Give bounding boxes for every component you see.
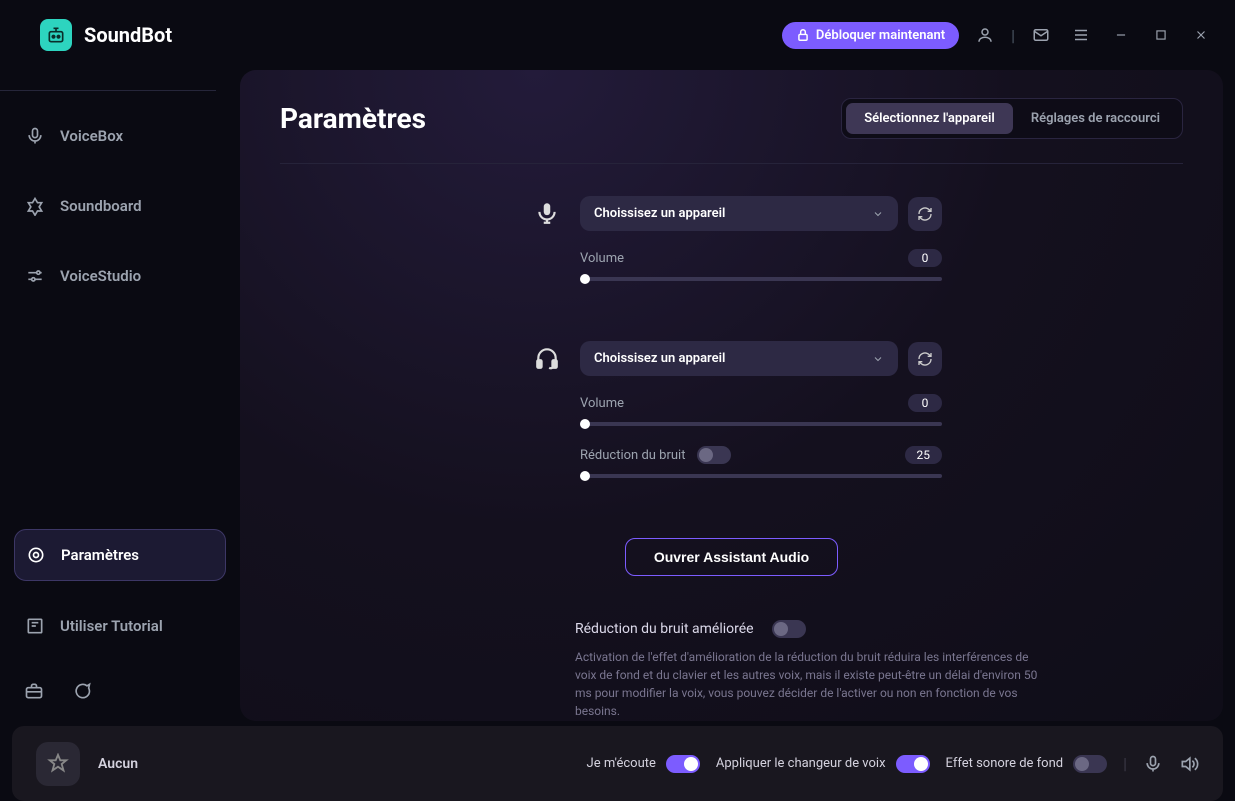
- enhanced-noise-toggle[interactable]: [772, 620, 806, 638]
- chat-icon[interactable]: [72, 681, 92, 701]
- apply-changer-label: Appliquer le changeur de voix: [716, 756, 886, 771]
- maximize-icon[interactable]: [1147, 28, 1175, 42]
- sidebar-item-label: Paramètres: [61, 546, 139, 564]
- speaker-footer-icon[interactable]: [1179, 754, 1199, 774]
- sidebar-item-soundboard[interactable]: Soundboard: [14, 181, 226, 231]
- listen-toggle[interactable]: [666, 755, 700, 773]
- sidebar-item-settings[interactable]: Paramètres: [14, 529, 226, 581]
- unlock-button[interactable]: Débloquer maintenant: [782, 22, 959, 49]
- select-placeholder: Choissisez un appareil: [594, 206, 725, 221]
- sidebar-item-label: VoiceBox: [60, 127, 123, 145]
- chevron-down-icon: [872, 353, 884, 365]
- status-label: Aucun: [98, 756, 138, 772]
- mic-icon: [24, 125, 46, 147]
- input-device-select[interactable]: Choissisez un appareil: [580, 196, 898, 231]
- unlock-label: Débloquer maintenant: [816, 28, 945, 43]
- sliders-icon: [24, 265, 46, 287]
- chevron-down-icon: [872, 208, 884, 220]
- sidebar-item-label: VoiceStudio: [60, 267, 141, 285]
- mic-footer-icon[interactable]: [1143, 754, 1163, 774]
- sidebar-item-voicebox[interactable]: VoiceBox: [14, 111, 226, 161]
- noise-slider[interactable]: [580, 474, 942, 478]
- logo-icon: [40, 19, 72, 51]
- select-placeholder: Choissisez un appareil: [594, 351, 725, 366]
- sidebar-item-label: Soundboard: [60, 197, 142, 215]
- close-icon[interactable]: [1187, 28, 1215, 42]
- book-icon: [24, 615, 46, 637]
- bg-effect-toggle[interactable]: [1073, 755, 1107, 773]
- tab-shortcuts[interactable]: Réglages de raccourci: [1013, 103, 1178, 134]
- noise-toggle[interactable]: [697, 446, 731, 464]
- listen-label: Je m'écoute: [587, 756, 656, 771]
- divider: |: [1011, 26, 1015, 45]
- sidebar-item-tutorial[interactable]: Utiliser Tutorial: [14, 601, 226, 651]
- app-logo: SoundBot: [40, 19, 172, 51]
- tab-device[interactable]: Sélectionnez l'appareil: [846, 103, 1013, 134]
- soundboard-icon: [24, 195, 46, 217]
- menu-icon[interactable]: [1067, 26, 1095, 44]
- input-volume-label: Volume: [580, 251, 624, 266]
- output-volume-label: Volume: [580, 396, 624, 411]
- output-volume-slider[interactable]: [580, 422, 942, 426]
- refresh-output-button[interactable]: [908, 342, 942, 376]
- microphone-icon: [530, 196, 564, 226]
- output-volume-value: 0: [908, 394, 942, 412]
- output-device-select[interactable]: Choissisez un appareil: [580, 341, 898, 376]
- sidebar-item-label: Utiliser Tutorial: [60, 617, 163, 635]
- refresh-input-button[interactable]: [908, 197, 942, 231]
- input-volume-value: 0: [908, 249, 942, 267]
- noise-label: Réduction du bruit: [580, 448, 685, 463]
- bg-effect-label: Effet sonore de fond: [946, 756, 1064, 771]
- target-icon: [25, 544, 47, 566]
- apply-changer-toggle[interactable]: [896, 755, 930, 773]
- page-title: Paramètres: [280, 102, 426, 135]
- divider: |: [1123, 754, 1127, 773]
- minimize-icon[interactable]: [1107, 28, 1135, 42]
- status-icon: [36, 742, 80, 786]
- app-name: SoundBot: [84, 23, 172, 47]
- enhanced-noise-title: Réduction du bruit améliorée: [575, 621, 754, 637]
- input-volume-slider[interactable]: [580, 277, 942, 281]
- user-icon[interactable]: [971, 26, 999, 44]
- tab-group: Sélectionnez l'appareil Réglages de racc…: [841, 98, 1183, 139]
- enhanced-noise-desc: Activation de l'effet d'amélioration de …: [575, 648, 1045, 720]
- mail-icon[interactable]: [1027, 26, 1055, 44]
- audio-assistant-button[interactable]: Ouvrer Assistant Audio: [625, 538, 838, 576]
- sidebar-item-voicestudio[interactable]: VoiceStudio: [14, 251, 226, 301]
- lock-icon: [796, 28, 810, 42]
- headphones-icon: [530, 341, 564, 371]
- toolbox-icon[interactable]: [24, 681, 44, 701]
- noise-value: 25: [905, 446, 943, 464]
